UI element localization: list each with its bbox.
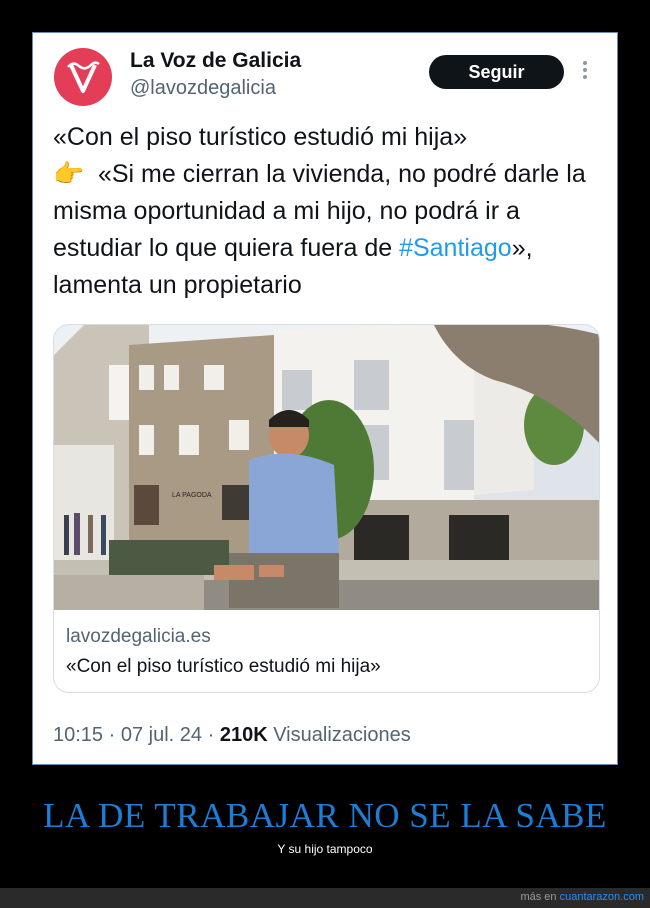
views-count: 210K [219, 724, 268, 746]
footer-bar: más en cuantarazon.com [0, 888, 650, 908]
link-title[interactable]: «Con el piso turístico estudió mi hija» [66, 656, 381, 678]
views-label: Visualizaciones [273, 724, 411, 746]
footer-site-link[interactable]: cuantarazon.com [560, 891, 644, 903]
tweet-date[interactable]: 07 jul. 24 [121, 724, 202, 746]
newspaper-logo-icon [67, 61, 100, 93]
more-options-icon[interactable] [581, 59, 589, 83]
account-name[interactable]: La Voz de Galicia [130, 49, 301, 73]
meme-subcaption: Y su hijo tampoco [277, 842, 373, 856]
link-preview-card[interactable]: LA PAGODA lavozdegalicia.es «Con el piso… [53, 324, 600, 693]
pointing-hand-icon: 👉 [53, 160, 85, 188]
tweet-text: «Con el piso turístico estudió mi hija» … [53, 119, 603, 304]
article-photo[interactable]: LA PAGODA [54, 325, 600, 610]
account-handle[interactable]: @lavozdegalicia [130, 77, 276, 100]
follow-button[interactable]: Seguir [429, 55, 564, 89]
footer-credit: más en cuantarazon.com [520, 891, 644, 903]
tweet-text-line1: «Con el piso turístico estudió mi hija» [53, 123, 468, 151]
meme-caption: LA DE TRABAJAR NO SE LA SABE [43, 796, 607, 835]
tweet-time[interactable]: 10:15 [53, 724, 103, 746]
avatar[interactable] [54, 48, 112, 106]
tweet-metadata: 10:15 · 07 jul. 24 · 210K Visualizacione… [53, 724, 411, 747]
hashtag-link[interactable]: #Santiago [399, 234, 512, 262]
link-domain[interactable]: lavozdegalicia.es [66, 626, 211, 648]
photo-sign: LA PAGODA [172, 492, 212, 499]
tweet-card: La Voz de Galicia @lavozdegalicia Seguir… [32, 32, 618, 765]
separator-2: · [207, 724, 215, 746]
separator-1: · [108, 724, 116, 746]
footer-prefix: más en [520, 891, 557, 903]
